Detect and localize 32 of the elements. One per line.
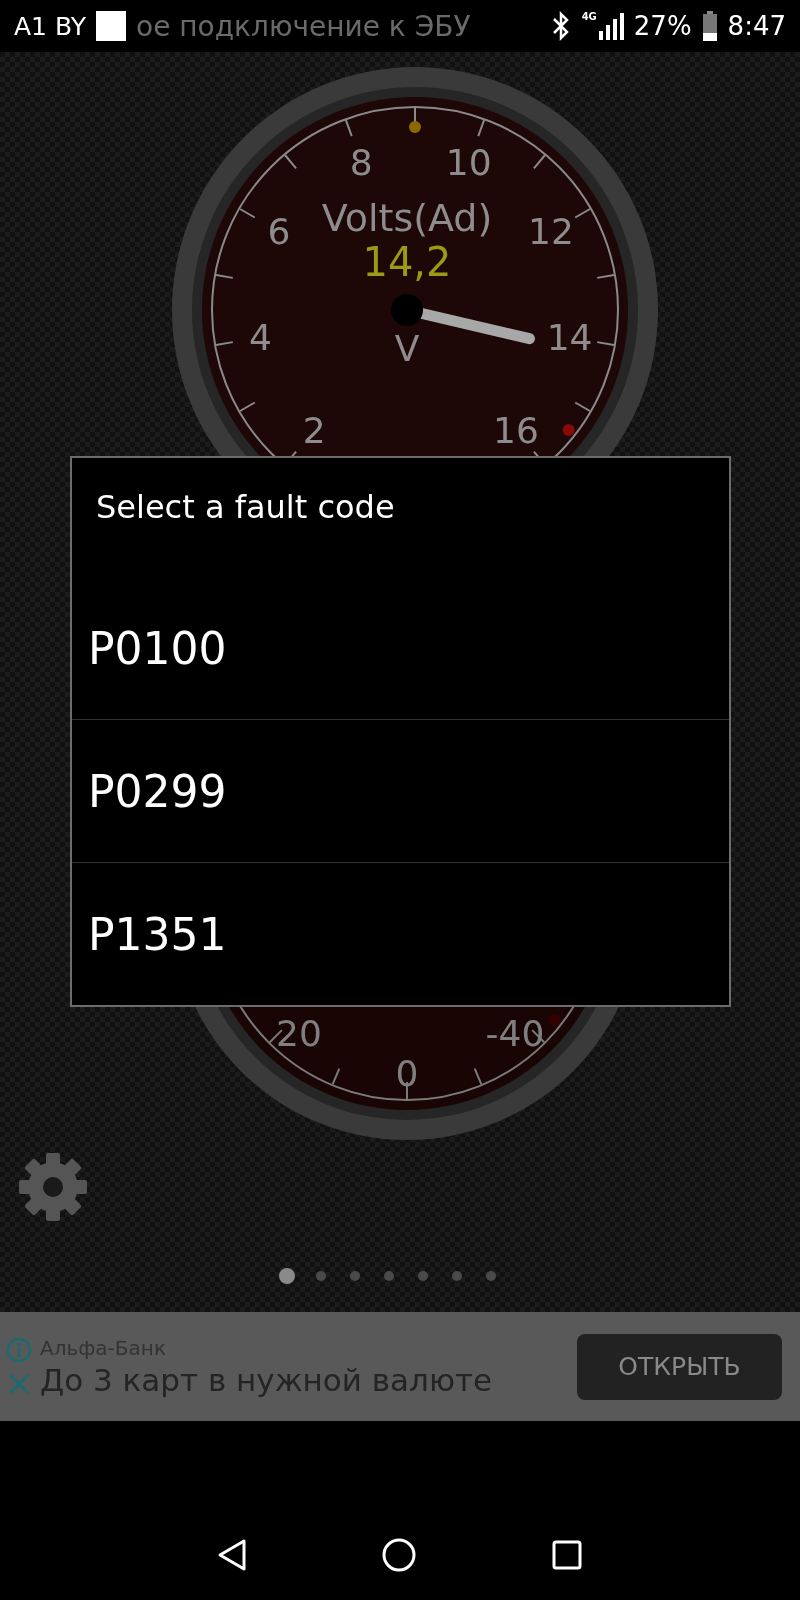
tick-label: 20 bbox=[276, 1013, 322, 1055]
info-icon[interactable] bbox=[6, 1336, 32, 1363]
fault-code-item[interactable]: P0100 bbox=[72, 577, 729, 720]
tick-label: 16 bbox=[493, 409, 539, 451]
notification-text: ое подключение к ЭБУ bbox=[136, 9, 471, 43]
battery-percent: 27% bbox=[633, 11, 692, 41]
battery-icon bbox=[701, 11, 718, 41]
notification-square-icon bbox=[96, 11, 126, 41]
gauge-label: Volts(Ad) bbox=[321, 196, 493, 240]
fault-code-item[interactable]: P1351 bbox=[72, 862, 729, 1005]
tick-label: 14 bbox=[546, 316, 593, 358]
tick-label: 8 bbox=[349, 141, 373, 183]
tick-label: 4 bbox=[248, 316, 272, 358]
tick-label: 6 bbox=[267, 211, 291, 252]
tick-label: -40 bbox=[485, 1013, 545, 1055]
tick-label: 2 bbox=[302, 409, 326, 451]
recent-apps-icon[interactable] bbox=[551, 1539, 583, 1571]
back-icon[interactable] bbox=[217, 1538, 247, 1572]
carrier-label: A1 BY bbox=[14, 11, 86, 41]
fault-code-item[interactable]: P0299 bbox=[72, 719, 729, 863]
tick-label: 10 bbox=[445, 141, 492, 183]
open-button[interactable]: ОТКРЫТЬ bbox=[577, 1333, 782, 1400]
tick-label: 12 bbox=[528, 211, 574, 252]
tick-label: 0 bbox=[395, 1052, 419, 1094]
signal-icon bbox=[597, 11, 624, 41]
settings-icon[interactable] bbox=[17, 1151, 89, 1223]
gauge-unit: V bbox=[394, 327, 420, 369]
home-icon[interactable] bbox=[381, 1537, 417, 1573]
dialog-title: Select a fault code bbox=[95, 487, 396, 528]
network-label: 4G bbox=[581, 11, 597, 22]
clock-time: 8:47 bbox=[727, 11, 786, 41]
gauge-value: 14,2 bbox=[362, 239, 452, 285]
